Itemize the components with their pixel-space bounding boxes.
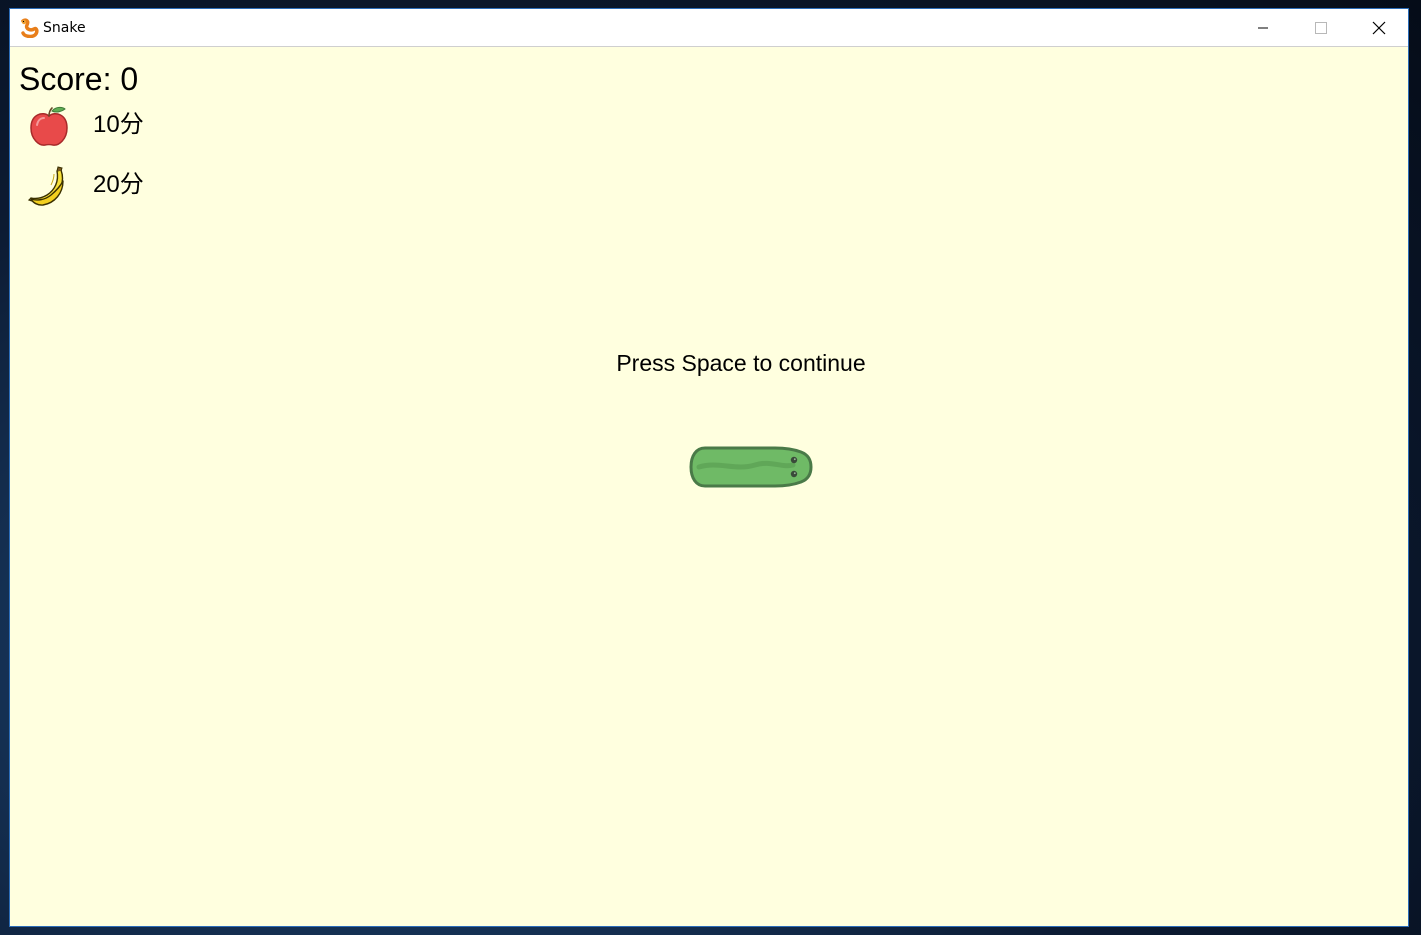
title-bar[interactable]: Snake [10, 9, 1408, 47]
score-label: Score: 0 [19, 61, 139, 97]
minimize-button[interactable] [1234, 9, 1292, 46]
continue-prompt: Press Space to continue [616, 350, 866, 376]
banana-icon [27, 165, 71, 209]
snake-app-icon [19, 18, 39, 39]
snake-window: Snake Score: 0 10分 20分 Press Space to co… [9, 8, 1409, 927]
apple-points-label: 10分 [93, 111, 144, 138]
banana-points-label: 20分 [93, 171, 144, 198]
snake-sprite [689, 445, 813, 489]
minimize-icon [1257, 22, 1269, 34]
maximize-button[interactable] [1292, 9, 1350, 46]
close-button[interactable] [1350, 9, 1408, 46]
window-title: Snake [43, 20, 86, 36]
close-icon [1372, 21, 1386, 35]
maximize-icon [1315, 21, 1327, 34]
apple-icon [27, 105, 71, 149]
game-canvas[interactable]: Score: 0 10分 20分 Press Space to continue [10, 47, 1408, 926]
